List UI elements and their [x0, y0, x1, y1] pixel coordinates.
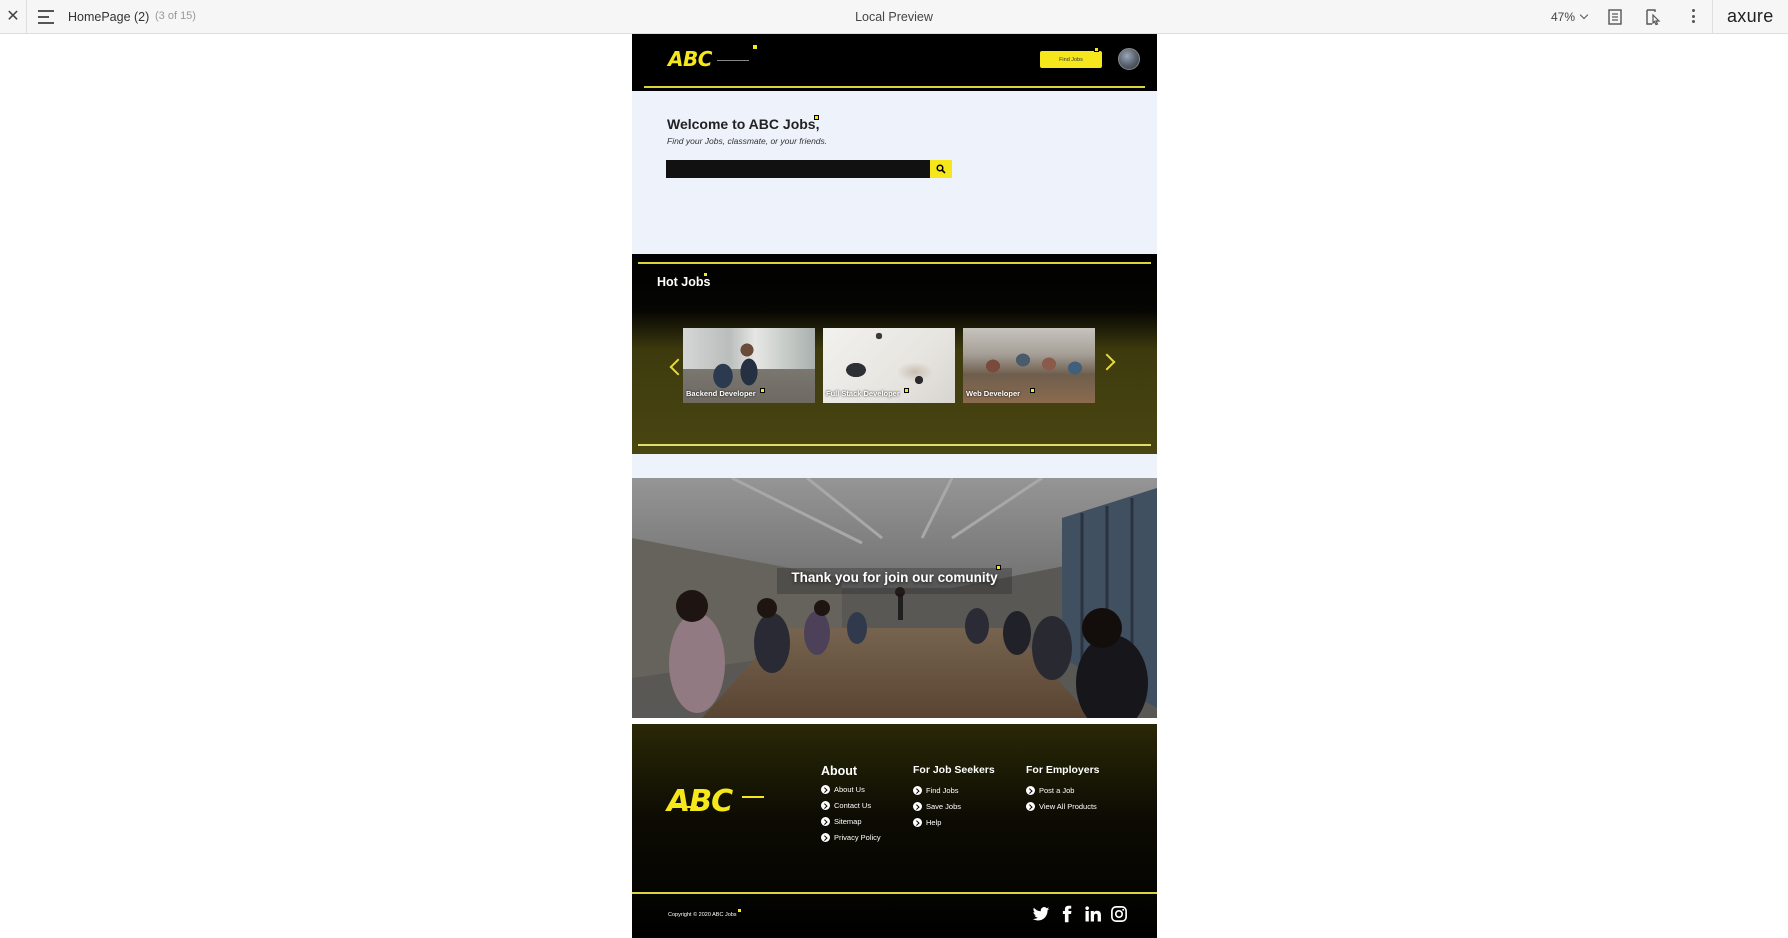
link-label: Help: [926, 818, 942, 827]
footer-divider: [632, 892, 1157, 894]
chevron-circle-icon: [913, 802, 922, 811]
footer-link-view-all-products[interactable]: View All Products: [1026, 802, 1100, 811]
section-divider: [638, 262, 1151, 264]
footer-link-sitemap[interactable]: Sitemap: [821, 817, 881, 826]
welcome-subtitle: Find your Jobs, classmate, or your frien…: [667, 136, 828, 146]
site-footer: ABC About About Us Contact Us Sitemap Pr…: [632, 724, 1157, 938]
link-label: Contact Us: [834, 801, 872, 810]
footer-link-privacy-policy[interactable]: Privacy Policy: [821, 833, 881, 842]
section-spacer: [632, 454, 1157, 478]
social-links: [1032, 905, 1128, 923]
link-label: Sitemap: [834, 817, 862, 826]
search-icon: [936, 164, 946, 174]
annotation-marker[interactable]: [996, 565, 1001, 570]
community-title: Thank you for join our comunity: [791, 570, 998, 585]
footer-column-employers: For Employers Post a Job View All Produc…: [1026, 764, 1100, 818]
job-card-backend[interactable]: Backend Developer: [683, 328, 815, 403]
section-divider: [638, 444, 1151, 446]
link-label: Privacy Policy: [834, 833, 881, 842]
footer-link-help[interactable]: Help: [913, 818, 995, 827]
footer-heading: About: [821, 764, 858, 778]
chevron-circle-icon: [821, 833, 830, 842]
job-title: Backend Developer: [686, 389, 756, 398]
avatar[interactable]: [1118, 48, 1140, 70]
job-title: Web Developer: [966, 389, 1021, 398]
chevron-circle-icon: [821, 801, 830, 810]
search-button[interactable]: [930, 160, 952, 178]
footer-heading: For Employers: [1026, 764, 1100, 776]
footer-link-save-jobs[interactable]: Save Jobs: [913, 802, 995, 811]
more-options-icon[interactable]: [1690, 9, 1696, 25]
annotation-marker[interactable]: [904, 388, 909, 393]
chevron-circle-icon: [913, 786, 922, 795]
footer-column-about: About About Us Contact Us Sitemap Privac…: [821, 764, 881, 849]
annotation-marker[interactable]: [814, 115, 819, 120]
link-label: About Us: [834, 785, 865, 794]
logo-swoosh: [742, 796, 764, 798]
footer-heading: For Job Seekers: [913, 764, 995, 776]
site-logo[interactable]: ABC: [668, 47, 712, 71]
find-jobs-button[interactable]: Find Jobs: [1040, 51, 1102, 68]
annotation-marker[interactable]: [1094, 47, 1099, 52]
hot-jobs-title: Hot Jobs: [657, 275, 711, 289]
chevron-circle-icon: [1026, 786, 1035, 795]
chevron-circle-icon: [821, 785, 830, 794]
hot-jobs-section: Hot Jobs Backend Developer Full Stack De…: [632, 254, 1157, 454]
carousel-next-arrow-icon[interactable]: [1098, 353, 1116, 371]
zoom-dropdown[interactable]: 47%: [1551, 10, 1589, 24]
conference-room-image: [632, 478, 1157, 718]
chevron-circle-icon: [821, 817, 830, 826]
job-card-fullstack[interactable]: Full Stack Developer: [823, 328, 955, 403]
chevron-down-icon: [1579, 10, 1589, 20]
search-input[interactable]: [666, 160, 930, 178]
twitter-icon[interactable]: [1032, 905, 1050, 923]
annotation-marker[interactable]: [760, 388, 765, 393]
annotation-marker[interactable]: [752, 44, 758, 50]
annotation-marker[interactable]: [737, 908, 742, 913]
welcome-title: Welcome to ABC Jobs,: [667, 116, 820, 132]
axure-logo: axure: [1727, 6, 1774, 26]
inspect-icon[interactable]: [1644, 8, 1662, 26]
copyright-text: Copyright © 2020 ABC Jobs: [668, 912, 737, 918]
link-label: View All Products: [1039, 802, 1097, 811]
preview-toolbar: ✕ HomePage (2) (3 of 15) Local Preview 4…: [0, 0, 1788, 34]
logo-swoosh: [668, 806, 698, 808]
link-label: Save Jobs: [926, 802, 962, 811]
link-label: Post a Job: [1039, 786, 1075, 795]
annotation-marker[interactable]: [703, 272, 708, 277]
footer-link-find-jobs[interactable]: Find Jobs: [913, 786, 995, 795]
linkedin-icon[interactable]: [1084, 905, 1102, 923]
facebook-icon[interactable]: [1058, 905, 1076, 923]
preview-title: Local Preview: [855, 10, 933, 24]
instagram-icon[interactable]: [1110, 905, 1128, 923]
divider: [1712, 0, 1713, 34]
link-label: Find Jobs: [926, 786, 959, 795]
header-divider: [644, 86, 1145, 88]
prototype-page: ABC Find Jobs Welcome to ABC Jobs, Find …: [632, 34, 1157, 938]
zoom-level: 47%: [1551, 10, 1576, 24]
annotation-marker[interactable]: [1030, 388, 1035, 393]
footer-link-contact-us[interactable]: Contact Us: [821, 801, 881, 810]
job-card-web[interactable]: Web Developer: [963, 328, 1095, 403]
chevron-circle-icon: [913, 818, 922, 827]
logo-swoosh: [717, 60, 749, 61]
job-title: Full Stack Developer: [826, 389, 900, 398]
welcome-section: Welcome to ABC Jobs, Find your Jobs, cla…: [632, 91, 1157, 254]
footer-link-about-us[interactable]: About Us: [821, 785, 881, 794]
chevron-circle-icon: [1026, 802, 1035, 811]
footer-link-post-a-job[interactable]: Post a Job: [1026, 786, 1100, 795]
community-banner: Thank you for join our comunity: [632, 478, 1157, 718]
footer-logo[interactable]: ABC: [667, 784, 733, 819]
footer-column-job-seekers: For Job Seekers Find Jobs Save Jobs Help: [913, 764, 995, 834]
site-header: ABC Find Jobs: [632, 34, 1157, 91]
notes-icon[interactable]: [1606, 8, 1624, 26]
